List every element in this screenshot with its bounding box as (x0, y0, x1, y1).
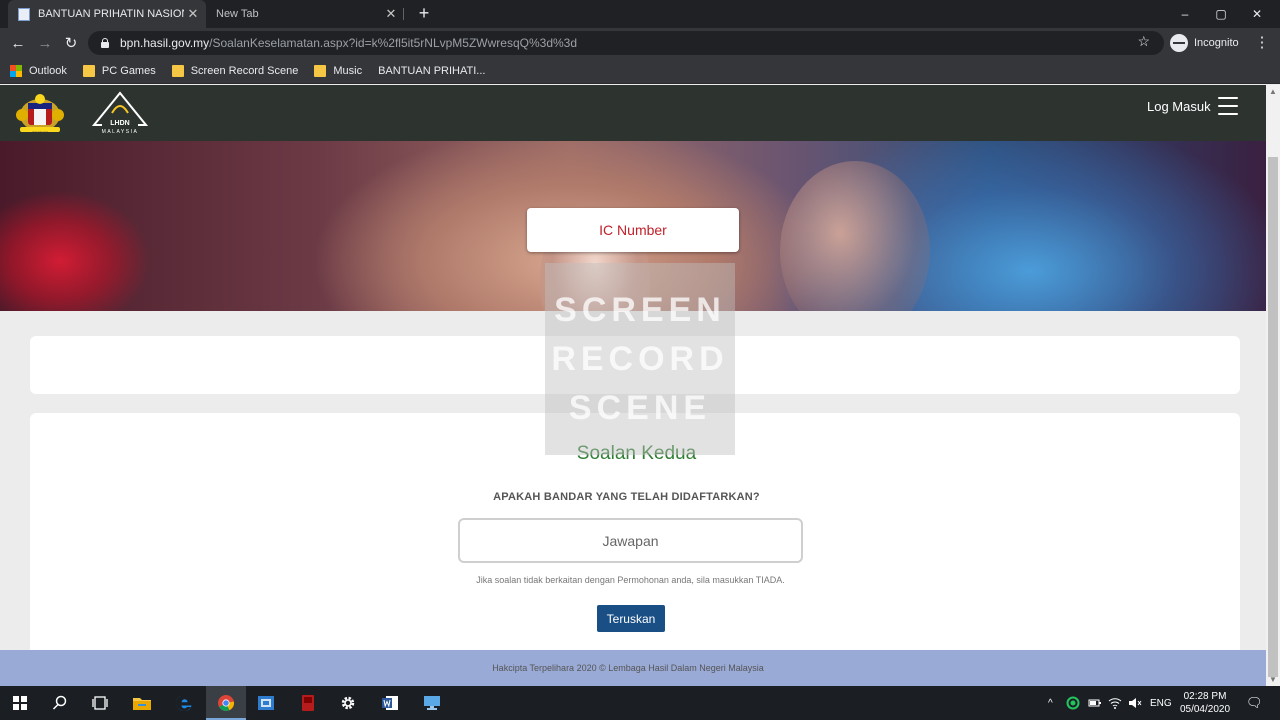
incognito-indicator[interactable]: Incognito (1170, 32, 1239, 54)
green-circle-app-icon (1066, 696, 1080, 710)
forward-button[interactable]: → (35, 33, 55, 53)
folder-icon (82, 64, 95, 77)
bookmark-star-icon[interactable]: ☆ (1137, 33, 1150, 50)
tray-wifi[interactable] (1108, 686, 1122, 720)
lock-icon[interactable] (100, 38, 110, 48)
bookmark-label: BANTUAN PRIHATI... (378, 64, 486, 77)
site-header: Jata Negara LHDN MALAYSIA Log Masuk (0, 85, 1266, 141)
close-window-button[interactable]: ✕ (1234, 0, 1280, 28)
lhdn-text: LHDN (110, 120, 129, 127)
start-icon (13, 696, 27, 710)
login-link[interactable]: Log Masuk (1147, 99, 1211, 114)
lhdn-logo[interactable]: LHDN MALAYSIA (90, 91, 150, 135)
url-path: /SoalanKeselamatan.aspx?id=k%2fl5it5rNLv… (209, 36, 578, 50)
taskbar-red-app[interactable] (288, 686, 328, 720)
question-text: APAKAH BANDAR YANG TELAH DIDAFTARKAN? (493, 491, 760, 503)
page-favicon-icon (18, 7, 30, 21)
taskbar-word[interactable] (370, 686, 410, 720)
bookmarks-bar: Outlook PC Games Screen Record Scene Mus… (0, 58, 1280, 156)
task-view-button[interactable] (80, 686, 120, 720)
microsoft-icon (10, 64, 22, 77)
task-view-icon (92, 696, 108, 710)
bookmark-label: Outlook (29, 64, 67, 77)
start-button[interactable] (0, 686, 40, 720)
new-tab-button[interactable]: + (414, 3, 434, 24)
chrome-icon (218, 695, 235, 711)
browser-menu-button[interactable]: ⋮ (1254, 33, 1270, 51)
screen-record-watermark: SCREEN RECORD SCENE (545, 263, 735, 455)
site-footer: Hakcipta Terpelihara 2020 © Lembaga Hasi… (0, 650, 1266, 686)
taskbar-search-button[interactable] (40, 686, 80, 720)
folder-icon (171, 64, 184, 77)
tray-show-hidden-icon[interactable]: ^ (1048, 686, 1053, 720)
tray-battery[interactable] (1088, 686, 1102, 720)
bookmark-label: Music (333, 64, 363, 77)
taskbar-settings[interactable] (328, 686, 368, 720)
edge-icon (176, 695, 192, 712)
outlook-app-icon (258, 696, 274, 710)
url-host: bpn.hasil.gov.my (120, 36, 210, 50)
lhdn-malaysia-text: MALAYSIA (102, 129, 139, 135)
address-bar[interactable]: bpn.hasil.gov.my/SoalanKeselamatan.aspx?… (88, 31, 1164, 55)
bookmark-bantuan-prihati[interactable]: BANTUAN PRIHATI... (0, 64, 486, 156)
red-app-icon (302, 695, 314, 711)
taskbar-remote-desktop[interactable] (412, 686, 452, 720)
clock-date: 05/04/2020 (1179, 704, 1231, 715)
tray-app-icon[interactable] (1066, 686, 1080, 720)
taskbar-clock[interactable]: 02:28 PM 05/04/2020 (1172, 690, 1238, 716)
page-scrollbar[interactable]: ▲ ▼ (1266, 85, 1280, 686)
search-icon (52, 695, 67, 710)
file-explorer-icon (133, 698, 151, 710)
malaysia-crest-logo[interactable]: Jata Negara (12, 91, 68, 135)
settings-icon (341, 696, 355, 710)
watermark-line: RECORD (551, 339, 729, 378)
back-button[interactable]: ← (8, 33, 28, 53)
notifications-icon[interactable]: 🗨 (1246, 686, 1263, 720)
windows-taskbar: ^ ENG 02:28 PM 05/04/2020 🗨 (0, 686, 1280, 720)
web-page: Jata Negara LHDN MALAYSIA Log Masuk IC N… (0, 85, 1266, 686)
tab-bantuan-prihatin[interactable]: BANTUAN PRIHATIN NASIONAL ✕ (8, 0, 206, 28)
bookmark-screen-record-scene[interactable]: Screen Record Scene (171, 64, 299, 77)
bookmark-label: PC Games (101, 64, 156, 77)
bookmark-music[interactable]: Music (314, 64, 363, 77)
scroll-down-icon[interactable]: ▼ (1269, 675, 1277, 684)
tab-title: New Tab (216, 8, 259, 20)
tab-title: BANTUAN PRIHATIN NASIONAL (38, 8, 184, 20)
tab-close-icon[interactable]: ✕ (382, 6, 400, 22)
watermark-line: SCREEN (554, 290, 726, 329)
scrollbar-thumb[interactable] (1268, 157, 1278, 677)
clock-time: 02:28 PM (1183, 691, 1227, 702)
watermark-line: SCENE (568, 388, 712, 427)
bookmark-label: Screen Record Scene (190, 64, 299, 77)
word-icon (382, 696, 398, 710)
tab-strip: BANTUAN PRIHATIN NASIONAL ✕ New Tab ✕ + … (0, 0, 1280, 28)
answer-input[interactable] (458, 518, 803, 563)
ic-number-display: IC Number (527, 208, 739, 252)
incognito-icon (1170, 34, 1188, 52)
hero-image-hand (780, 161, 930, 311)
taskbar-edge[interactable] (164, 686, 204, 720)
taskbar-chrome[interactable] (206, 686, 246, 720)
incognito-label: Incognito (1194, 37, 1239, 49)
tab-close-icon[interactable]: ✕ (184, 6, 202, 22)
taskbar-outlook-app[interactable] (246, 686, 286, 720)
tray-language[interactable]: ENG (1150, 686, 1172, 720)
bookmark-outlook[interactable]: Outlook (10, 64, 67, 77)
submit-button[interactable]: Teruskan (597, 605, 665, 632)
browser-toolbar: ← → ↻ bpn.hasil.gov.my/SoalanKeselamatan… (0, 28, 1280, 58)
taskbar-file-explorer[interactable] (122, 686, 162, 720)
tray-volume[interactable] (1128, 686, 1142, 720)
scroll-up-icon[interactable]: ▲ (1269, 87, 1277, 96)
battery-icon (1088, 699, 1101, 707)
remote-desktop-icon (424, 696, 440, 710)
crest-label: Jata Negara (32, 130, 49, 134)
hamburger-menu-icon[interactable] (1218, 97, 1238, 117)
bookmark-pc-games[interactable]: PC Games (82, 64, 156, 77)
tab-new-tab[interactable]: New Tab ✕ (206, 0, 404, 28)
reload-button[interactable]: ↻ (61, 33, 81, 53)
volume-muted-icon (1129, 698, 1142, 708)
answer-hint: Jika soalan tidak berkaitan dengan Permo… (476, 575, 785, 585)
wifi-icon (1108, 698, 1122, 709)
folder-icon (314, 64, 327, 77)
